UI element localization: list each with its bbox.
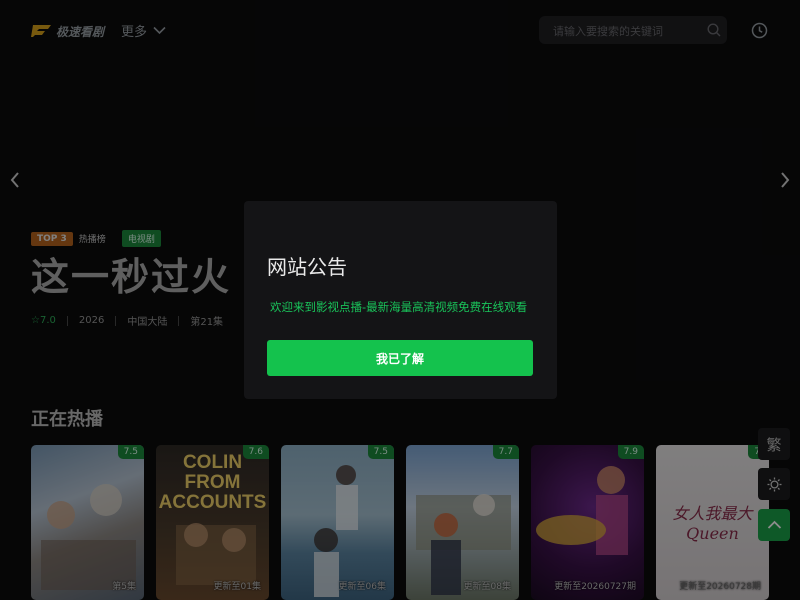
acknowledge-button[interactable]: 我已了解 [267,340,533,376]
modal-message: 欢迎来到影视点播-最新海量高清视频免费在线观看 [270,300,528,314]
announcement-modal: 网站公告 欢迎来到影视点播-最新海量高清视频免费在线观看 我已了解 [244,201,557,399]
modal-title: 网站公告 [267,255,347,279]
